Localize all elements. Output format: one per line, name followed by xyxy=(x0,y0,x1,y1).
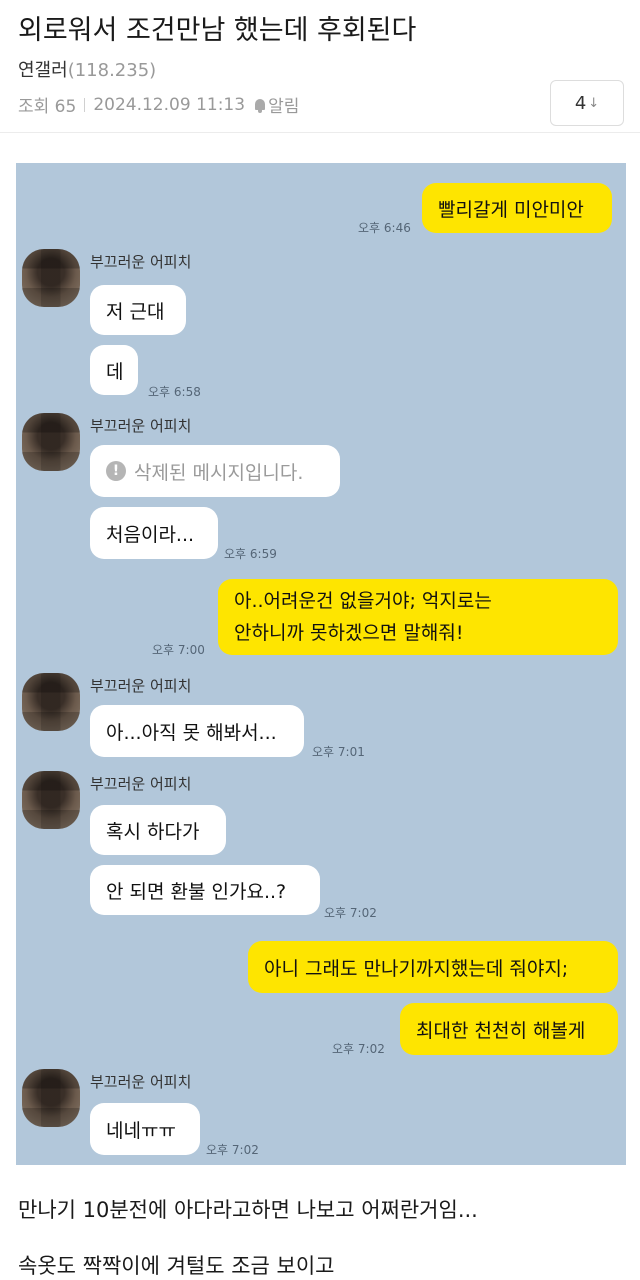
post-header: 외로워서 조건만남 했는데 후회된다 연갤러(118.235) 조회 65 20… xyxy=(0,0,640,150)
author-ip: (118.235) xyxy=(67,60,157,81)
incoming-message: 네네ㅠㅠ xyxy=(90,1103,200,1155)
message-line: 아..어려운건 없을거야; 억지로는 xyxy=(234,590,492,612)
post-body-line: 속옷도 짝짝이에 겨털도 조금 보이고 xyxy=(18,1254,335,1278)
avatar xyxy=(22,1069,80,1127)
post-title: 외로워서 조건만남 했는데 후회된다 xyxy=(18,15,417,46)
message-line: 안하니까 못하겠으면 말해줘! xyxy=(234,622,464,644)
message-time: 오후 7:02 xyxy=(324,906,377,920)
alert-label[interactable]: 알림 xyxy=(268,92,299,117)
outgoing-message: 최대한 천천히 해볼게 xyxy=(400,1003,618,1055)
outgoing-message: 빨리갈게 미안미안 xyxy=(422,183,612,233)
sender-name: 부끄러운 어피치 xyxy=(90,417,192,435)
comment-count-button[interactable]: 4 ↓ xyxy=(550,80,624,126)
sender-name: 부끄러운 어피치 xyxy=(90,775,192,793)
author-info: 연갤러(118.235) xyxy=(18,56,156,82)
outgoing-message: 아니 그래도 만나기까지했는데 줘야지; xyxy=(248,941,618,993)
bell-icon[interactable] xyxy=(255,99,266,113)
arrow-down-icon: ↓ xyxy=(588,95,600,111)
message-time: 오후 7:00 xyxy=(152,643,205,657)
incoming-message: 처음이라... xyxy=(90,507,218,559)
outgoing-message: 아..어려운건 없을거야; 억지로는 안하니까 못하겠으면 말해줘! xyxy=(218,579,618,655)
warning-icon: ! xyxy=(106,461,126,481)
comment-count: 4 xyxy=(574,92,587,114)
message-time: 오후 7:01 xyxy=(312,745,365,759)
header-divider xyxy=(0,132,640,133)
avatar xyxy=(22,673,80,731)
sender-name: 부끄러운 어피치 xyxy=(90,1073,192,1091)
message-time: 오후 7:02 xyxy=(206,1143,259,1157)
meta-divider xyxy=(84,97,86,112)
incoming-message: 혹시 하다가 xyxy=(90,805,226,855)
avatar xyxy=(22,771,80,829)
message-time: 오후 6:58 xyxy=(148,385,201,399)
view-count: 조회 65 xyxy=(18,97,77,117)
message-time: 오후 6:46 xyxy=(358,221,411,235)
message-time: 오후 7:02 xyxy=(332,1042,385,1056)
post-date: 2024.12.09 11:13 xyxy=(93,94,246,115)
sender-name: 부끄러운 어피치 xyxy=(90,677,192,695)
avatar xyxy=(22,249,80,307)
deleted-message: ! 삭제된 메시지입니다. xyxy=(90,445,340,497)
post-body-line: 만나기 10분전에 아다라고하면 나보고 어쩌란거임... xyxy=(18,1198,478,1222)
sender-name: 부끄러운 어피치 xyxy=(90,253,192,271)
incoming-message: 데 xyxy=(90,345,138,395)
author-name[interactable]: 연갤러 xyxy=(18,60,68,81)
deleted-message-text: 삭제된 메시지입니다. xyxy=(134,461,304,484)
post-meta: 조회 65 2024.12.09 11:13 알림 xyxy=(18,92,299,118)
incoming-message: 안 되면 환불 인가요..? xyxy=(90,865,320,915)
avatar xyxy=(22,413,80,471)
incoming-message: 아...아직 못 해봐서... xyxy=(90,705,304,757)
incoming-message: 저 근대 xyxy=(90,285,186,335)
message-time: 오후 6:59 xyxy=(224,547,277,561)
chat-screenshot: 빨리갈게 미안미안 오후 6:46 부끄러운 어피치 저 근대 데 오후 6:5… xyxy=(16,163,626,1165)
